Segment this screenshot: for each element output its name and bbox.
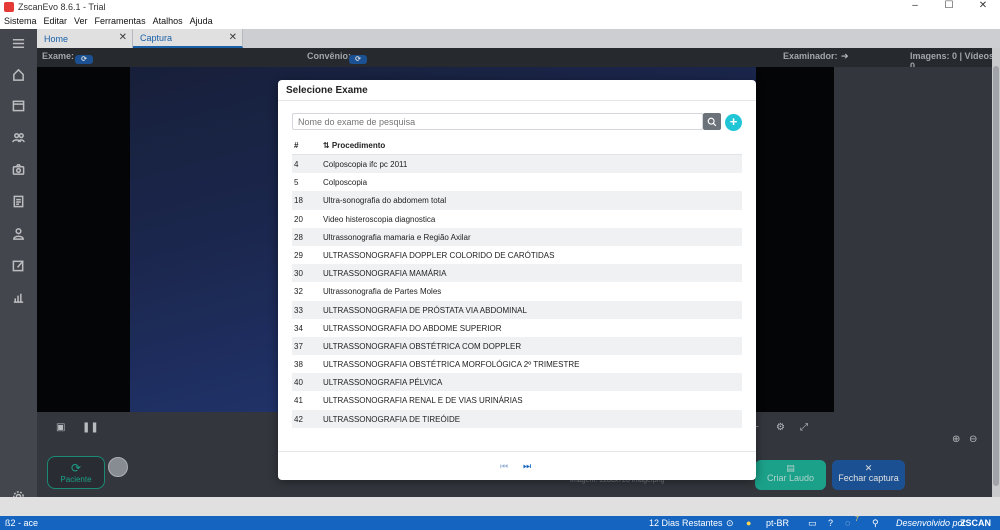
modal-footer-divider xyxy=(278,451,756,452)
menu-ferramentas[interactable]: Ferramentas xyxy=(95,16,146,26)
table-row[interactable]: 34 ULTRASSONOGRAFIA DO ABDOME SUPERIOR xyxy=(292,319,742,337)
help-icon[interactable]: ? xyxy=(828,518,833,528)
status-bar: ß2 - ace 12 Dias Restantes ⊙ ● pt-BR ▭ ?… xyxy=(0,516,1000,530)
close-window-button[interactable]: ✕ xyxy=(966,0,1000,13)
column-header-procedimento[interactable]: ⇅ Procedimento xyxy=(323,141,385,150)
table-row[interactable]: 42 ULTRASSONOGRAFIA DE TIREÓIDE xyxy=(292,409,742,428)
menu-sistema[interactable]: Sistema xyxy=(4,16,37,26)
table-row[interactable]: 30 ULTRASSONOGRAFIA MAMÁRIA xyxy=(292,264,742,283)
table-header: # ⇅ Procedimento xyxy=(292,138,742,155)
menu-editar[interactable]: Editar xyxy=(44,16,68,26)
select-exam-modal: Selecione Exame + # ⇅ Procedimento 4Colp… xyxy=(278,80,756,480)
table-row[interactable]: 40 ULTRASSONOGRAFIA PÉLVICA xyxy=(292,373,742,392)
search-button[interactable] xyxy=(703,113,721,130)
table-row[interactable]: 5 Colposcopia xyxy=(292,173,742,191)
menu-ver[interactable]: Ver xyxy=(74,16,88,26)
table-row[interactable]: 33 ULTRASSONOGRAFIA DE PRÓSTATA VIA ABDOM… xyxy=(292,300,742,319)
add-exam-button[interactable]: + xyxy=(725,114,742,131)
table-row[interactable]: 4 Colposcopia ifc pc 2011 xyxy=(292,155,742,174)
table-row[interactable]: 29 ULTRASSONOGRAFIA DOPPLER COLORIDO DE C… xyxy=(292,246,742,264)
bell-icon[interactable]: ⚲ xyxy=(872,518,879,529)
minimize-button[interactable]: – xyxy=(898,0,932,13)
title-bar: ZscanEvo 8.6.1 - Trial – ☐ ✕ xyxy=(0,0,1000,13)
brand-logo: ZSCAN xyxy=(960,518,991,528)
status-user: ß2 - ace xyxy=(5,518,39,528)
exam-search-input[interactable] xyxy=(292,113,703,130)
pager-previous-icon[interactable]: ⏮ xyxy=(500,461,508,472)
app-icon xyxy=(4,1,14,12)
modal-title: Selecione Exame xyxy=(286,85,368,96)
table-row[interactable]: 41 ULTRASSONOGRAFIA RENAL E DE VIAS URINÁ… xyxy=(292,391,742,409)
menu-bar: Sistema Editar Ver Ferramentas Atalhos A… xyxy=(0,13,1000,29)
wifi-icon: ⊙ xyxy=(726,518,734,528)
menu-atalhos[interactable]: Atalhos xyxy=(153,16,183,26)
chat-badge: 7 xyxy=(855,516,859,523)
table-row[interactable]: 28 Ultrassonografia mamaria e Região Axil… xyxy=(292,227,742,246)
window-title: ZscanEvo 8.6.1 - Trial xyxy=(18,1,106,12)
computer-icon: ▭ xyxy=(808,518,817,528)
table-row[interactable]: 20 Video histeroscopia diagnostica xyxy=(292,210,742,228)
table-row[interactable]: 38 ULTRASSONOGRAFIA OBSTÉTRICA MORFOLÓGIC… xyxy=(292,355,742,373)
pager-next-icon[interactable]: ⏭ xyxy=(523,461,531,472)
table-row[interactable]: 37 ULTRASSONOGRAFIA OBSTÉTRICA COM DOPPLE… xyxy=(292,336,742,356)
maximize-button[interactable]: ☐ xyxy=(932,0,966,13)
table-row[interactable]: 18 Ultra-sonografia do abdomem total xyxy=(292,191,742,210)
exam-table: 4 Colposcopia ifc pc 2011 5 Colposcopia 18… xyxy=(292,155,742,428)
search-icon xyxy=(707,117,717,126)
window-controls: – ☐ ✕ xyxy=(898,0,1000,13)
status-language[interactable]: pt-BR xyxy=(766,518,789,528)
status-days-remaining: 12 Dias Restantes xyxy=(649,518,723,528)
modal-divider xyxy=(278,100,756,101)
status-dot-icon: ● xyxy=(746,518,752,528)
column-header-id[interactable]: # xyxy=(294,141,298,150)
chat-icon[interactable]: ◌ xyxy=(845,518,850,528)
menu-ajuda[interactable]: Ajuda xyxy=(190,16,213,26)
status-developed-by: Desenvolvido por xyxy=(896,518,966,528)
table-row[interactable]: 32 Ultrassonografia de Partes Moles xyxy=(292,282,742,300)
